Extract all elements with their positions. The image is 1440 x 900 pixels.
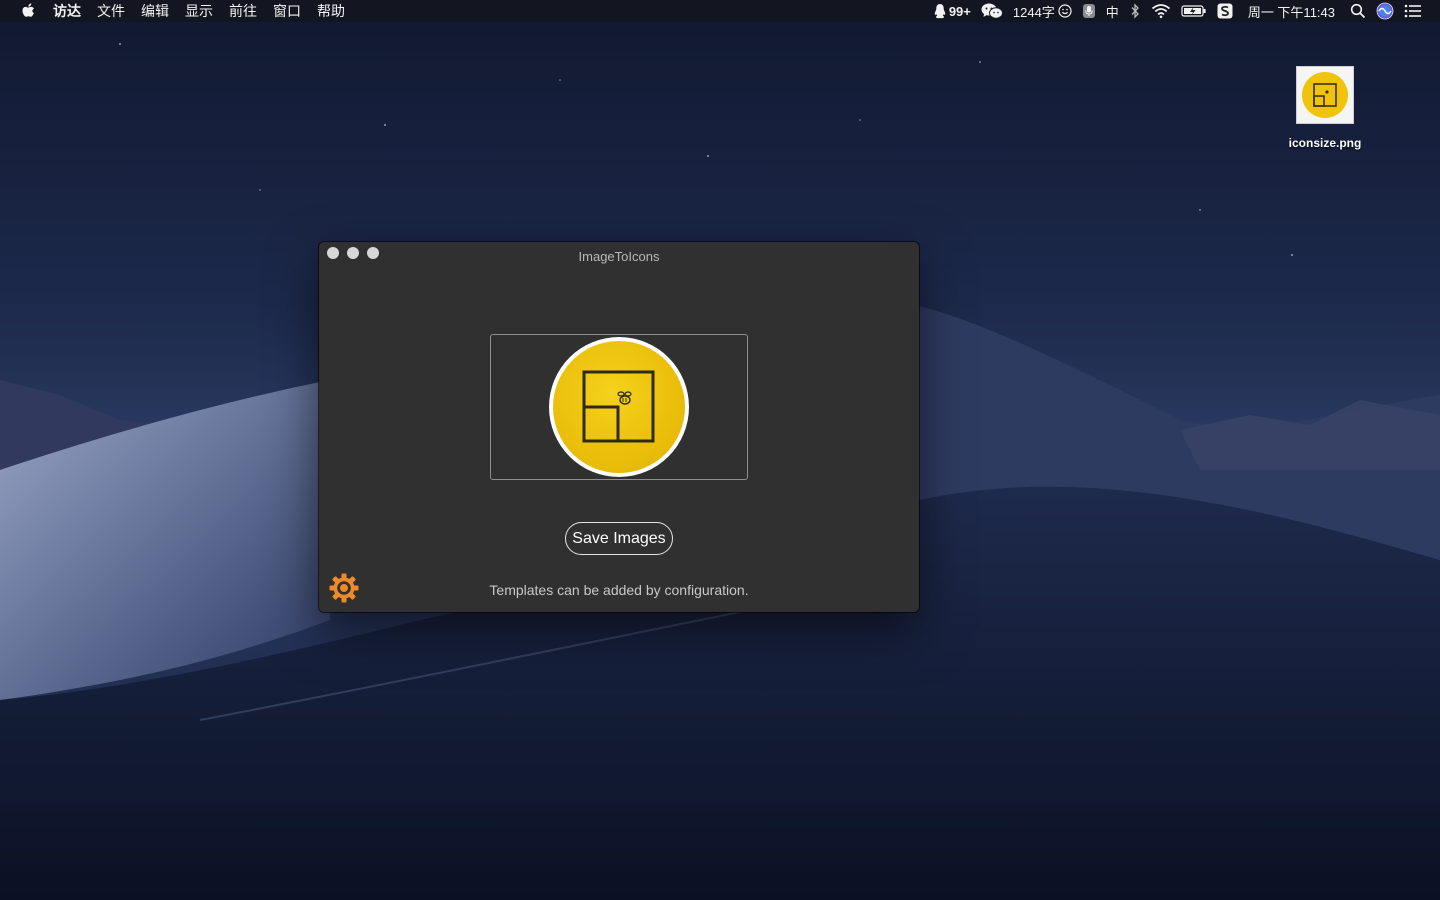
qq-status-item[interactable]: 99+: [928, 0, 976, 22]
qq-badge: 99+: [948, 3, 971, 19]
window-titlebar[interactable]: ImageToIcons: [319, 242, 919, 268]
menu-item-window[interactable]: 窗口: [265, 0, 309, 22]
configuration-hint-text: Templates can be added by configuration.: [489, 582, 749, 598]
wechat-icon: [981, 3, 1003, 19]
menu-item-go[interactable]: 前往: [221, 0, 265, 22]
search-icon: [1350, 3, 1366, 19]
word-count-text: 1244字: [1012, 4, 1055, 20]
bluetooth-icon: [1131, 3, 1139, 19]
qq-penguin-icon: [934, 4, 946, 19]
sogou-s-icon: [1217, 3, 1233, 19]
input-method-text: 中: [1105, 4, 1119, 20]
battery-status-item[interactable]: [1176, 0, 1212, 22]
battery-charging-icon: [1181, 5, 1206, 17]
preview-image-icon: [549, 337, 689, 477]
menu-item-edit[interactable]: 编辑: [133, 0, 177, 22]
siri-button[interactable]: [1371, 0, 1399, 22]
save-images-button[interactable]: Save Images: [565, 522, 673, 555]
siri-icon: [1376, 2, 1394, 20]
desktop-file-iconsize[interactable]: iconsize.png: [1283, 66, 1367, 150]
clock-text: 周一 下午11:43: [1247, 4, 1335, 20]
menu-item-file[interactable]: 文件: [89, 0, 133, 22]
menu-item-help[interactable]: 帮助: [309, 0, 353, 22]
apple-menu-button[interactable]: [19, 0, 37, 22]
desktop: 访达 文件 编辑 显示 前往 窗口 帮助 99+ 1244字 中 周一 下午11…: [0, 0, 1440, 900]
menu-bar: 访达 文件 编辑 显示 前往 窗口 帮助 99+ 1244字 中 周一 下午11…: [0, 0, 1440, 22]
apple-logo-icon: [22, 3, 34, 17]
bluetooth-status-item[interactable]: [1124, 0, 1146, 22]
wifi-status-item[interactable]: [1146, 0, 1176, 22]
spotlight-button[interactable]: [1345, 0, 1371, 22]
window-title: ImageToIcons: [578, 249, 660, 264]
image-file-icon: [1302, 72, 1348, 118]
notification-center-button[interactable]: [1399, 0, 1440, 22]
word-count-status[interactable]: 1244字: [1008, 0, 1077, 22]
file-thumbnail: [1296, 66, 1354, 124]
sogou-status-item[interactable]: [1212, 0, 1238, 22]
list-icon: [1404, 4, 1421, 18]
dictation-status-item[interactable]: [1077, 0, 1101, 22]
clock-status[interactable]: 周一 下午11:43: [1238, 0, 1345, 22]
input-method-status[interactable]: 中: [1101, 0, 1124, 22]
app-window: ImageToIcons Save Images Templates can b…: [319, 242, 919, 612]
wifi-icon: [1151, 4, 1170, 19]
microphone-icon: [1082, 4, 1095, 18]
image-drop-zone[interactable]: [490, 334, 748, 480]
file-name-label: iconsize.png: [1288, 136, 1362, 150]
smiley-icon: [1058, 4, 1072, 18]
wechat-status-item[interactable]: [976, 0, 1008, 22]
menu-item-finder[interactable]: 访达: [45, 0, 89, 22]
menu-item-view[interactable]: 显示: [177, 0, 221, 22]
